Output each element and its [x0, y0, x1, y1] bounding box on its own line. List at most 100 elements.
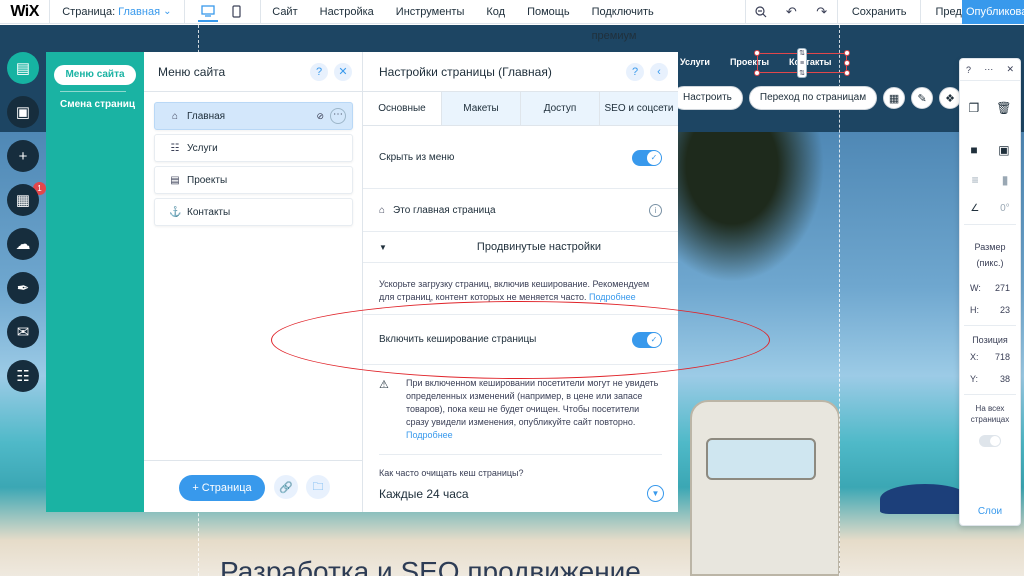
- rotate-icon[interactable]: ∠: [970, 203, 979, 214]
- width-value[interactable]: 271: [995, 283, 1010, 293]
- advanced-settings-toggle[interactable]: ▼ Продвинутые настройки: [363, 232, 678, 262]
- device-switcher: [184, 2, 260, 22]
- help-icon[interactable]: ?: [966, 65, 971, 75]
- media-upload-icon[interactable]: ☁: [7, 228, 39, 260]
- resize-handle[interactable]: [844, 50, 850, 56]
- chat-icon[interactable]: ✉: [7, 316, 39, 348]
- resize-handle[interactable]: [844, 70, 850, 76]
- page-item-contacts[interactable]: ⚓ Контакты: [154, 198, 353, 226]
- x-value[interactable]: 718: [995, 352, 1010, 362]
- add-folder-icon[interactable]: 🗀: [306, 475, 330, 499]
- layers-button[interactable]: Слои: [960, 506, 1020, 517]
- menu-help[interactable]: Помощь: [516, 0, 581, 24]
- menu-upgrade[interactable]: Подключить премиум: [581, 0, 707, 42]
- cache-frequency-dropdown[interactable]: Каждые 24 часа ▼: [379, 485, 664, 502]
- panel-header: Меню сайта ? ✕: [144, 52, 362, 92]
- tab-layouts[interactable]: Макеты: [442, 92, 521, 125]
- more-options-icon[interactable]: ⋯: [330, 108, 346, 124]
- size-label-text: Размер: [974, 242, 1006, 252]
- zoom-out-icon[interactable]: [746, 0, 776, 24]
- width-label: W:: [970, 283, 981, 293]
- manage-pages-button[interactable]: Переход по страницам: [748, 86, 878, 110]
- layout-icon[interactable]: ▦: [883, 87, 906, 109]
- configure-button[interactable]: Настроить: [672, 86, 743, 110]
- help-icon[interactable]: ?: [626, 62, 644, 81]
- divider: [363, 262, 678, 263]
- palm-tree-image: [660, 132, 840, 302]
- bring-forward-icon[interactable]: ■: [970, 143, 977, 157]
- save-button[interactable]: Сохранить: [838, 0, 921, 24]
- menu-code[interactable]: Код: [475, 0, 516, 24]
- show-on-all-pages-label: На всех страницах: [970, 404, 1010, 424]
- tab-seo[interactable]: SEO и соцсети: [600, 92, 678, 125]
- x-field[interactable]: X: 718: [960, 352, 1020, 362]
- background-icon[interactable]: ▣: [7, 96, 39, 128]
- hidden-eye-icon[interactable]: ⊘: [316, 111, 324, 122]
- y-value[interactable]: 38: [1000, 374, 1010, 384]
- align-icon[interactable]: ≡: [972, 173, 979, 187]
- menu-site[interactable]: Сайт: [261, 0, 308, 24]
- resize-handle[interactable]: [844, 60, 850, 66]
- hide-from-menu-toggle[interactable]: [632, 149, 662, 166]
- tab-page-transitions[interactable]: Смена страниц: [60, 99, 135, 110]
- height-value[interactable]: 23: [1000, 305, 1010, 315]
- close-icon[interactable]: ✕: [1006, 64, 1014, 75]
- cache-frequency-value: Каждые 24 часа: [379, 486, 469, 501]
- tab-general[interactable]: Основные: [363, 92, 442, 125]
- tab-site-menu[interactable]: Меню сайта: [54, 65, 136, 85]
- add-icon[interactable]: +: [7, 140, 39, 172]
- help-icon[interactable]: ?: [310, 62, 328, 81]
- page-selector[interactable]: Страница: Главная ⌄: [50, 6, 183, 18]
- page-item-label: Услуги: [187, 142, 218, 154]
- desktop-icon[interactable]: [198, 2, 219, 22]
- page-selector-value: Главная: [118, 5, 161, 18]
- mobile-icon[interactable]: [226, 2, 246, 22]
- page-item-home[interactable]: ⌂ Главная ⊘ ⋯: [154, 102, 353, 130]
- hero-title[interactable]: Разработка и SEO продвижение: [220, 556, 820, 576]
- animation-icon[interactable]: ❖: [939, 87, 962, 109]
- resize-handle[interactable]: [754, 70, 760, 76]
- resize-handle[interactable]: [754, 50, 760, 56]
- align-row: ≡ ▮: [960, 173, 1020, 187]
- cache-frequency-label: Как часто очищать кеш страницы?: [379, 468, 524, 478]
- delete-icon[interactable]: 🗑: [996, 101, 1011, 115]
- van-window: [706, 438, 816, 480]
- stretch-handle-icon[interactable]: ⇅ ≡ ⇅: [797, 48, 807, 78]
- apps-icon[interactable]: ▦: [7, 184, 39, 216]
- undo-icon[interactable]: ↶: [776, 0, 806, 24]
- nav-item-services[interactable]: Услуги: [680, 57, 710, 67]
- close-icon[interactable]: ✕: [334, 62, 352, 81]
- site-menu-icon[interactable]: ▤: [7, 52, 39, 84]
- cache-warning: При включенном кешировании посетители мо…: [406, 377, 661, 442]
- blog-pen-icon[interactable]: ✒: [7, 272, 39, 304]
- height-field[interactable]: H: 23: [960, 305, 1020, 315]
- page-item-projects[interactable]: ▤ Проекты: [154, 166, 353, 194]
- show-on-all-pages-toggle[interactable]: [979, 435, 1001, 447]
- distribute-icon[interactable]: ▮: [1002, 173, 1009, 187]
- properties-inspector: ? ⋯ ✕ ❐ 🗑 ■ ▣ ≡ ▮ ∠ 0° Размер (пикс.) W:…: [959, 58, 1021, 526]
- panel-title: Меню сайта: [158, 64, 226, 79]
- learn-more-link[interactable]: Подробнее: [406, 430, 453, 440]
- send-backward-icon[interactable]: ▣: [998, 143, 1009, 157]
- add-link-icon[interactable]: 🔗: [274, 475, 298, 499]
- drag-handle-icon[interactable]: ⋯: [984, 64, 993, 75]
- info-icon[interactable]: i: [649, 203, 662, 217]
- beach-umbrella-image: [880, 484, 970, 514]
- rotation-value[interactable]: 0°: [1000, 203, 1010, 214]
- page-item-services[interactable]: ☷ Услуги: [154, 134, 353, 162]
- add-page-button[interactable]: + Страница: [179, 475, 265, 501]
- menu-settings[interactable]: Настройка: [309, 0, 385, 24]
- copy-icon[interactable]: ❐: [969, 101, 980, 115]
- bookings-calendar-icon[interactable]: ☷: [7, 360, 39, 392]
- publish-button[interactable]: Опубликовать: [962, 0, 1024, 24]
- tab-access[interactable]: Доступ: [521, 92, 600, 125]
- back-icon[interactable]: ‹: [650, 62, 668, 81]
- redo-icon[interactable]: ↷: [807, 0, 837, 24]
- position-label: Позиция: [972, 335, 1008, 345]
- menu-tools[interactable]: Инструменты: [385, 0, 476, 24]
- design-icon[interactable]: ✎: [911, 87, 934, 109]
- learn-more-link[interactable]: Подробнее: [589, 292, 636, 302]
- width-field[interactable]: W: 271: [960, 283, 1020, 293]
- y-field[interactable]: Y: 38: [960, 374, 1020, 384]
- wix-logo[interactable]: WiX: [0, 3, 49, 21]
